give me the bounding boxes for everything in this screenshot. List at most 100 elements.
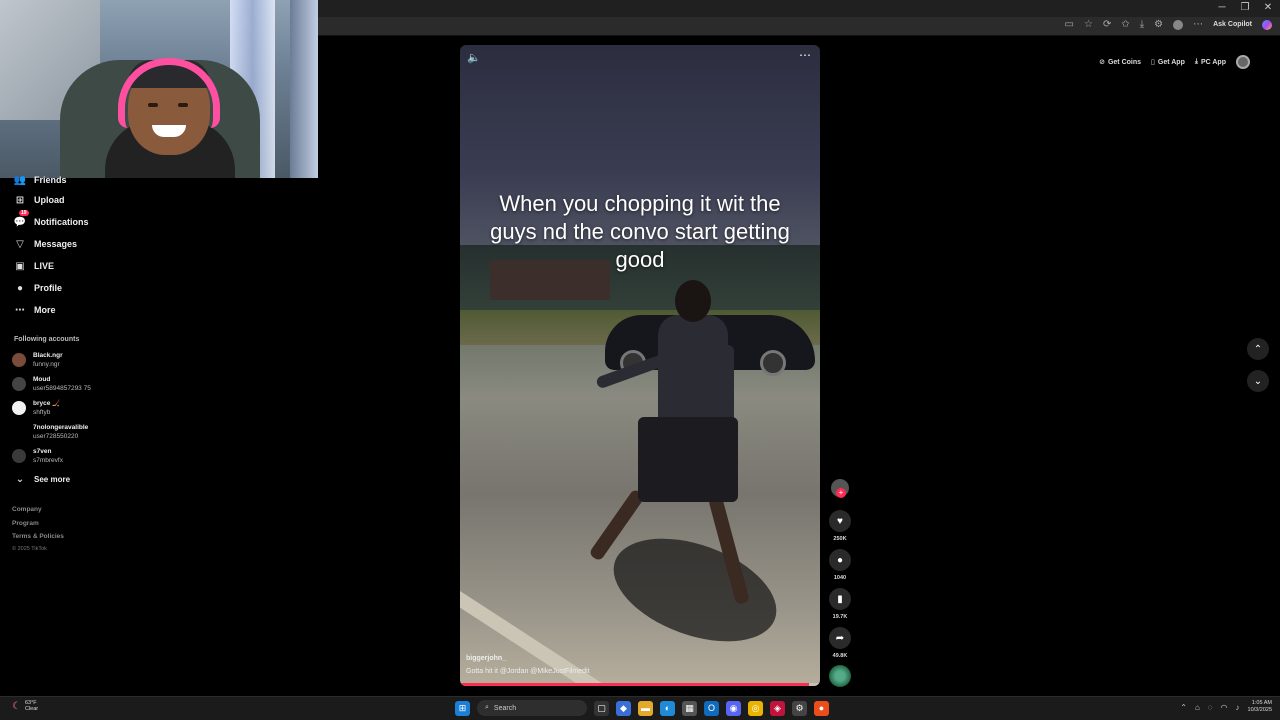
- account-name: 7nolongeravalible: [33, 424, 89, 431]
- store-icon[interactable]: ▦: [682, 700, 697, 716]
- chevron-up-icon[interactable]: ⌃: [1180, 703, 1187, 712]
- following-account[interactable]: Moud user5894857293 75: [12, 375, 91, 393]
- following-account[interactable]: 7nolongeravalible user728550220: [12, 423, 88, 441]
- copilot-button[interactable]: Ask Copilot: [1213, 21, 1252, 28]
- menu-icon[interactable]: ⋯: [1193, 19, 1203, 30]
- download-icon[interactable]: ⤓: [1140, 19, 1144, 30]
- task-view-icon[interactable]: ▢: [594, 700, 609, 716]
- sidebar-item-live[interactable]: ▣ LIVE: [14, 260, 54, 272]
- download-icon: ⤓: [1194, 58, 1198, 65]
- start-icon[interactable]: ⊞: [455, 700, 470, 716]
- avatar: [12, 425, 26, 439]
- edge-icon[interactable]: ◐: [660, 700, 675, 716]
- file-explorer-icon[interactable]: ▬: [638, 700, 653, 716]
- pc-app-link[interactable]: ⤓ PC App: [1195, 58, 1226, 66]
- following-account[interactable]: Black.ngr funny.ngr: [12, 351, 63, 369]
- extension-icon[interactable]: ⟳: [1103, 19, 1111, 30]
- get-app-link[interactable]: ▯ Get App: [1151, 58, 1185, 67]
- phone-icon: ▯: [1151, 59, 1155, 66]
- sidebar-item-label: Upload: [34, 195, 65, 205]
- sidebar-item-label: More: [34, 305, 56, 315]
- footer-link-program[interactable]: Program: [12, 520, 39, 527]
- sidebar-item-friends[interactable]: 👥 Friends: [14, 174, 67, 186]
- footer-link-company[interactable]: Company: [12, 506, 42, 513]
- webcam-window-light: [290, 0, 318, 178]
- music-disc-icon[interactable]: [829, 665, 851, 687]
- weather-desc: Clear: [24, 706, 39, 712]
- like-action[interactable]: ♥ 250K: [829, 510, 851, 542]
- network-icon[interactable]: ⌂: [1195, 703, 1200, 712]
- taskbar: ☾ 63°F Clear ⊞ ⌕ Search ▢ ◆ ▬ ◐ ▦ O ◉ ◎ ◈ …: [0, 696, 1280, 720]
- wifi-icon[interactable]: ◠: [1221, 703, 1228, 712]
- avatar: [12, 377, 26, 391]
- see-more-button[interactable]: ⌄ See more: [14, 473, 70, 485]
- account-handle: shftyb: [33, 409, 51, 416]
- screen-icon[interactable]: ▭: [1065, 19, 1074, 30]
- save-action[interactable]: ▮ 19.7K: [829, 588, 851, 620]
- footer-link-terms[interactable]: Terms & Policies: [12, 533, 64, 540]
- previous-video-button[interactable]: ⌃: [1247, 338, 1269, 360]
- more-icon: ⋯: [15, 304, 25, 316]
- user-avatar[interactable]: [1236, 55, 1250, 69]
- share-icon[interactable]: ➦: [829, 627, 851, 649]
- weather-widget[interactable]: ☾ 63°F Clear: [12, 700, 38, 712]
- sidebar-item-label: LIVE: [34, 261, 55, 271]
- settings-app-icon[interactable]: ⚙: [792, 700, 807, 716]
- comment-action[interactable]: ● 1040: [829, 549, 851, 581]
- notifications-badge: 19: [19, 210, 29, 216]
- sidebar-item-messages[interactable]: ▽ Messages: [14, 238, 77, 250]
- sidebar-item-profile[interactable]: ● Profile: [14, 282, 62, 294]
- copilot-app-icon[interactable]: ◆: [616, 700, 631, 716]
- recording-app-icon[interactable]: ●: [814, 700, 829, 716]
- more-options-icon[interactable]: ⋯: [799, 48, 812, 62]
- chevron-down-icon: ⌄: [15, 473, 25, 485]
- profile-icon[interactable]: [1173, 19, 1184, 30]
- video-progress-bar[interactable]: [460, 683, 820, 686]
- taskbar-search[interactable]: ⌕ Search: [477, 700, 587, 716]
- heart-icon[interactable]: ♥: [829, 510, 851, 532]
- next-video-button[interactable]: ⌄: [1247, 370, 1269, 392]
- account-name: Moud: [33, 376, 51, 383]
- video-author[interactable]: biggerjohn_: [466, 655, 506, 662]
- comment-icon[interactable]: ●: [829, 549, 851, 571]
- sidebar-item-notifications[interactable]: 💬 19 Notifications: [14, 210, 89, 228]
- restore-button[interactable]: ❐: [1234, 2, 1256, 13]
- friends-icon: 👥: [13, 174, 27, 186]
- outlook-icon[interactable]: O: [704, 700, 719, 716]
- clock-time: 1:05 AM: [1251, 700, 1272, 706]
- app-icon[interactable]: ◈: [770, 700, 785, 716]
- system-clock[interactable]: 1:05 AM 10/3/2025: [1248, 700, 1272, 714]
- sidebar-item-upload[interactable]: ⊞ Upload: [14, 194, 65, 206]
- account-handle: funny.ngr: [33, 361, 60, 368]
- close-button[interactable]: ✕: [1257, 2, 1279, 13]
- following-account[interactable]: bryce 🏒 shftyb: [12, 399, 60, 417]
- following-accounts-title: Following accounts: [14, 336, 80, 343]
- mic-icon[interactable]: ◌: [1208, 703, 1213, 712]
- chevron-up-icon: ⌃: [1253, 343, 1263, 355]
- chrome-icon[interactable]: ◎: [748, 700, 763, 716]
- volume-icon[interactable]: ♪: [1236, 703, 1240, 712]
- volume-icon[interactable]: 🔈: [467, 51, 481, 64]
- webcam-eye-right: [178, 103, 188, 107]
- account-name: s7ven: [33, 448, 52, 455]
- settings-icon[interactable]: ⚙: [1154, 19, 1163, 30]
- clock-date: 10/3/2025: [1247, 707, 1272, 713]
- minimize-button[interactable]: ─: [1211, 2, 1233, 13]
- discord-icon[interactable]: ◉: [726, 700, 741, 716]
- follow-button[interactable]: +: [836, 488, 846, 498]
- share-action[interactable]: ➦ 49.8K: [829, 627, 851, 659]
- star-icon[interactable]: ☆: [1084, 19, 1093, 30]
- get-coins-link[interactable]: ⊘ Get Coins: [1099, 58, 1141, 67]
- following-account[interactable]: s7ven s7mbrevfx: [12, 447, 63, 465]
- copilot-icon[interactable]: [1262, 19, 1272, 30]
- sidebar-item-label: Friends: [34, 175, 67, 185]
- avatar: [12, 449, 26, 463]
- top-right-links: ⊘ Get Coins ▯ Get App ⤓ PC App: [1099, 55, 1250, 69]
- webcam-eye-left: [148, 103, 158, 107]
- coin-icon: ⊘: [1099, 59, 1105, 66]
- bookmark-icon[interactable]: ▮: [829, 588, 851, 610]
- video-player[interactable]: 🔈 ⋯ When you chopping it wit the guys nd…: [460, 45, 820, 686]
- favorites-icon[interactable]: ✩: [1121, 19, 1129, 30]
- sidebar-item-more[interactable]: ⋯ More: [14, 304, 56, 316]
- messages-icon: ▽: [16, 238, 24, 250]
